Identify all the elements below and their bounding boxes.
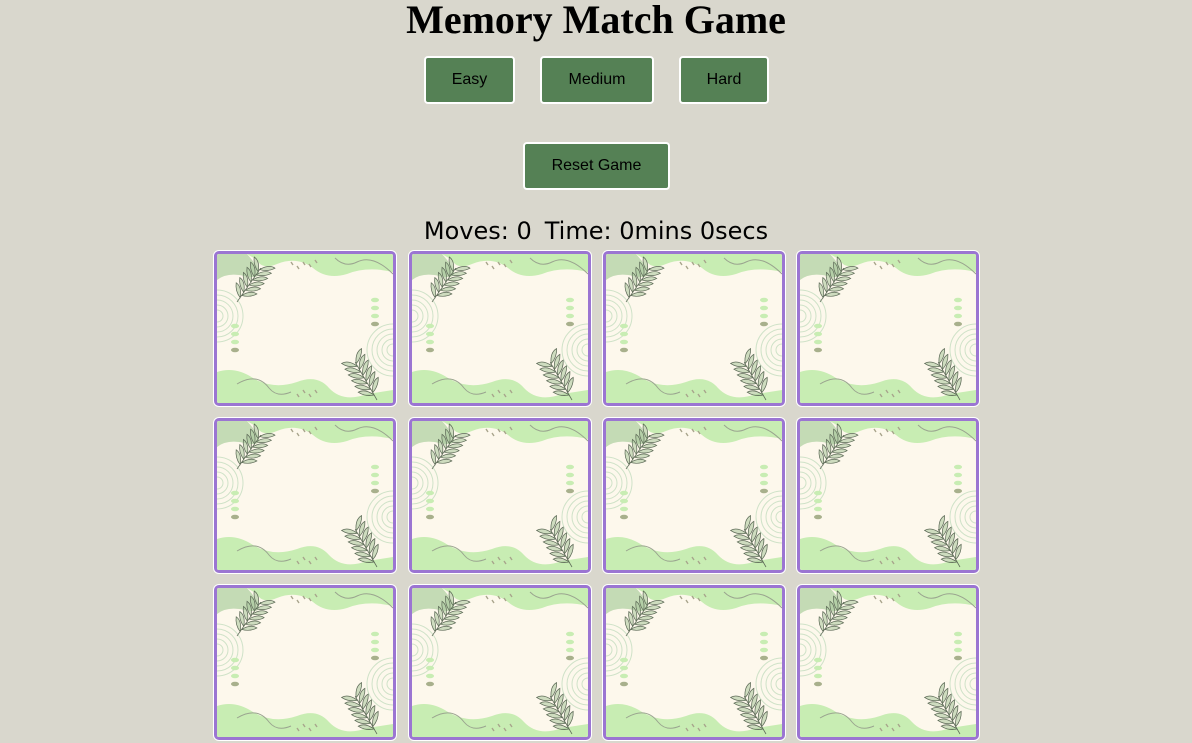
reset-game-button[interactable]: Reset Game xyxy=(523,142,670,190)
memory-card[interactable] xyxy=(603,418,785,573)
memory-card[interactable] xyxy=(409,251,591,406)
medium-button[interactable]: Medium xyxy=(540,56,654,104)
memory-card[interactable] xyxy=(797,251,979,406)
memory-card[interactable] xyxy=(797,418,979,573)
card-back-leaf-pattern-icon xyxy=(412,588,588,737)
time-value: 0mins 0secs xyxy=(619,217,769,245)
card-back-leaf-pattern-icon xyxy=(606,421,782,570)
memory-card[interactable] xyxy=(214,251,396,406)
moves-label: Moves: xyxy=(423,217,509,245)
easy-button[interactable]: Easy xyxy=(424,56,515,104)
card-back-leaf-pattern-icon xyxy=(412,254,588,403)
card-back-leaf-pattern-icon xyxy=(217,421,393,570)
card-back-leaf-pattern-icon xyxy=(606,254,782,403)
memory-card[interactable] xyxy=(214,418,396,573)
memory-card[interactable] xyxy=(409,585,591,740)
memory-card[interactable] xyxy=(409,418,591,573)
game-stats: Moves: 0 Time: 0mins 0secs xyxy=(0,214,1192,248)
memory-card[interactable] xyxy=(797,585,979,740)
card-grid xyxy=(214,251,979,743)
card-back-leaf-pattern-icon xyxy=(412,421,588,570)
card-back-leaf-pattern-icon xyxy=(217,254,393,403)
card-back-leaf-pattern-icon xyxy=(800,588,976,737)
card-back-leaf-pattern-icon xyxy=(217,588,393,737)
hard-button[interactable]: Hard xyxy=(679,56,769,104)
card-back-leaf-pattern-icon xyxy=(800,254,976,403)
memory-card[interactable] xyxy=(603,585,785,740)
page-title: Memory Match Game xyxy=(406,0,786,42)
moves-value: 0 xyxy=(516,217,532,245)
time-label: Time: xyxy=(544,217,612,245)
card-back-leaf-pattern-icon xyxy=(800,421,976,570)
card-back-leaf-pattern-icon xyxy=(606,588,782,737)
memory-card[interactable] xyxy=(214,585,396,740)
memory-card[interactable] xyxy=(603,251,785,406)
